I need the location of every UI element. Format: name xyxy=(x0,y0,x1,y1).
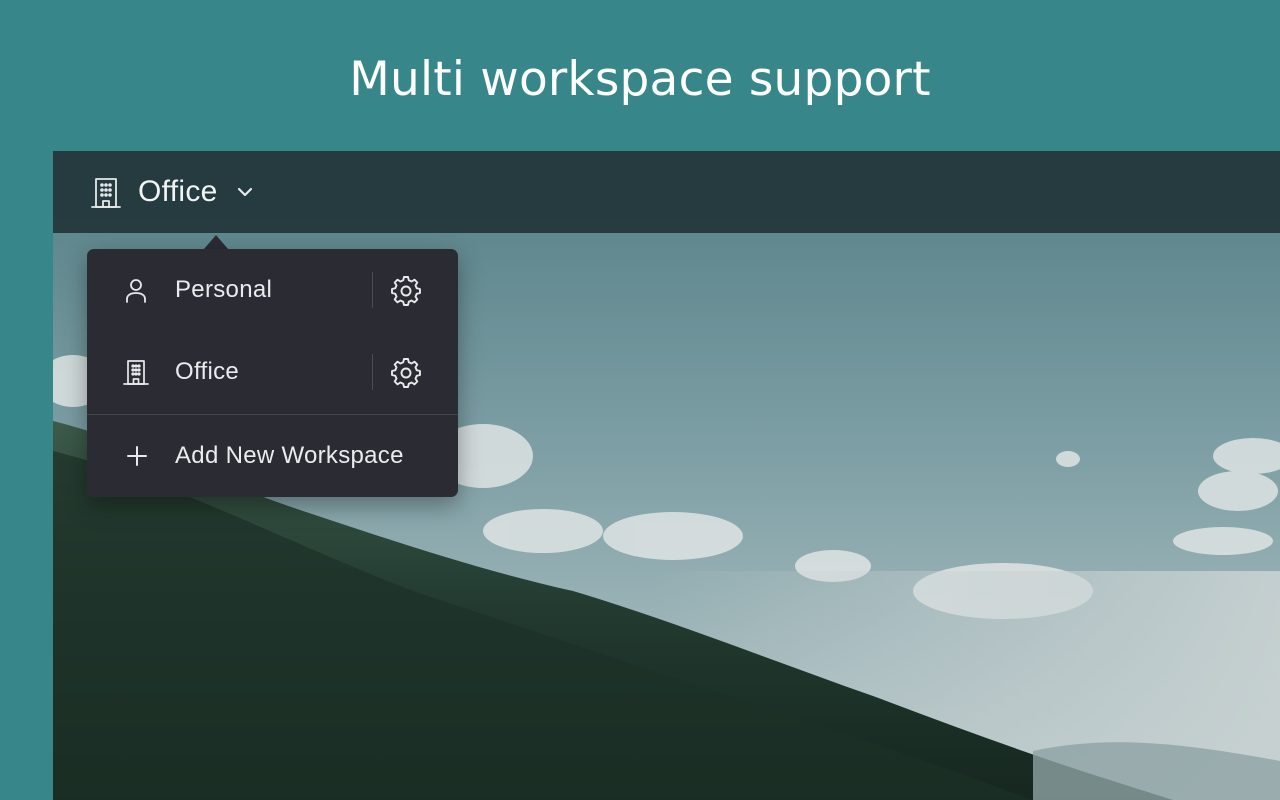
add-workspace-button[interactable]: Add New Workspace xyxy=(87,415,458,497)
workspace-dropdown-menu: Personal Office Add New Workspace xyxy=(87,249,458,497)
page-heading: Multi workspace support xyxy=(349,52,931,107)
building-icon xyxy=(123,360,149,385)
workspace-switcher[interactable]: Office xyxy=(89,171,256,213)
workspace-label-office: Office xyxy=(175,358,240,385)
add-workspace-label: Add New Workspace xyxy=(175,442,404,469)
dropdown-caret xyxy=(204,235,228,249)
gear-icon[interactable] xyxy=(390,357,422,389)
plus-icon xyxy=(127,446,147,466)
workspace-item-personal[interactable]: Personal xyxy=(87,249,458,331)
user-icon xyxy=(126,279,146,303)
app-top-bar: Office xyxy=(53,151,1280,233)
gear-icon[interactable] xyxy=(390,275,422,307)
separator xyxy=(372,354,373,390)
building-icon xyxy=(91,178,121,208)
current-workspace-name: Office xyxy=(138,175,218,208)
workspace-item-office[interactable]: Office xyxy=(87,331,458,413)
workspace-label-personal: Personal xyxy=(175,276,273,303)
separator xyxy=(372,272,373,308)
chevron-down-icon xyxy=(237,187,252,197)
app-screenshot: Office Personal Office Add New Workspace xyxy=(53,151,1280,800)
